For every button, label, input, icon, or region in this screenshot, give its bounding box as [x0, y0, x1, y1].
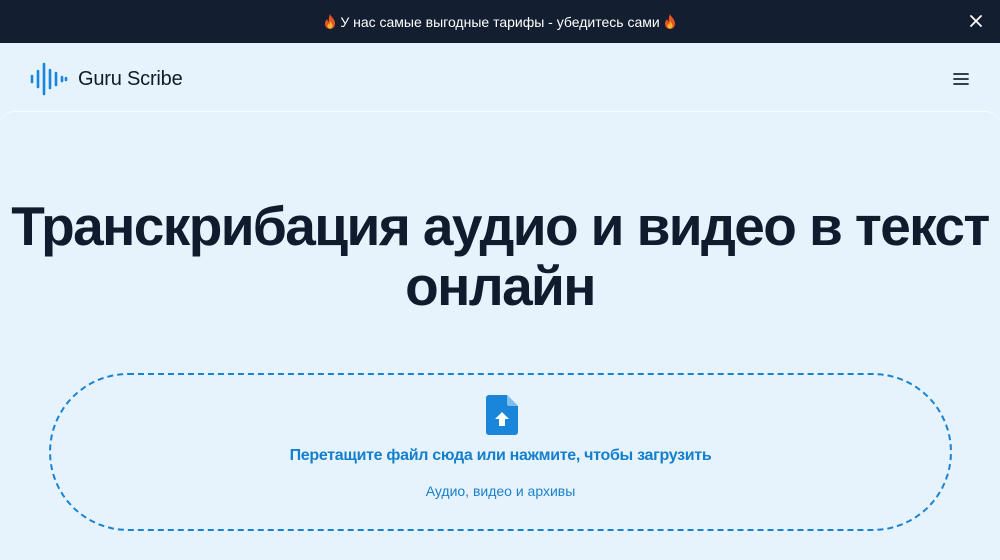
sound-wave-logo-icon — [30, 62, 68, 96]
site-header: Guru Scribe — [0, 43, 1000, 115]
promo-content: У нас самые выгодные тарифы - убедитесь … — [324, 14, 675, 30]
hamburger-menu-icon[interactable] — [952, 71, 970, 87]
close-icon[interactable] — [968, 13, 984, 29]
page-title-line-2: онлайн — [405, 255, 596, 317]
brand-name: Guru Scribe — [78, 67, 183, 90]
brand-logo[interactable]: Guru Scribe — [30, 61, 183, 97]
page-title-line-1: Транскрибация аудио и видео в текст — [11, 195, 990, 257]
fire-icon — [325, 14, 336, 29]
page-title: Транскрибация аудио и видео в текст онла… — [0, 196, 1000, 316]
file-upload-dropzone[interactable]: Перетащите файл сюда или нажмите, чтобы … — [49, 373, 952, 531]
promo-banner: У нас самые выгодные тарифы - убедитесь … — [0, 0, 1000, 43]
promo-text[interactable]: У нас самые выгодные тарифы - убедитесь … — [340, 14, 659, 30]
file-upload-icon — [486, 395, 518, 435]
dropzone-title[interactable]: Перетащите файл сюда или нажмите, чтобы … — [51, 447, 950, 465]
fire-icon — [664, 14, 675, 29]
dropzone-subtitle: Аудио, видео и архивы — [425, 483, 576, 499]
